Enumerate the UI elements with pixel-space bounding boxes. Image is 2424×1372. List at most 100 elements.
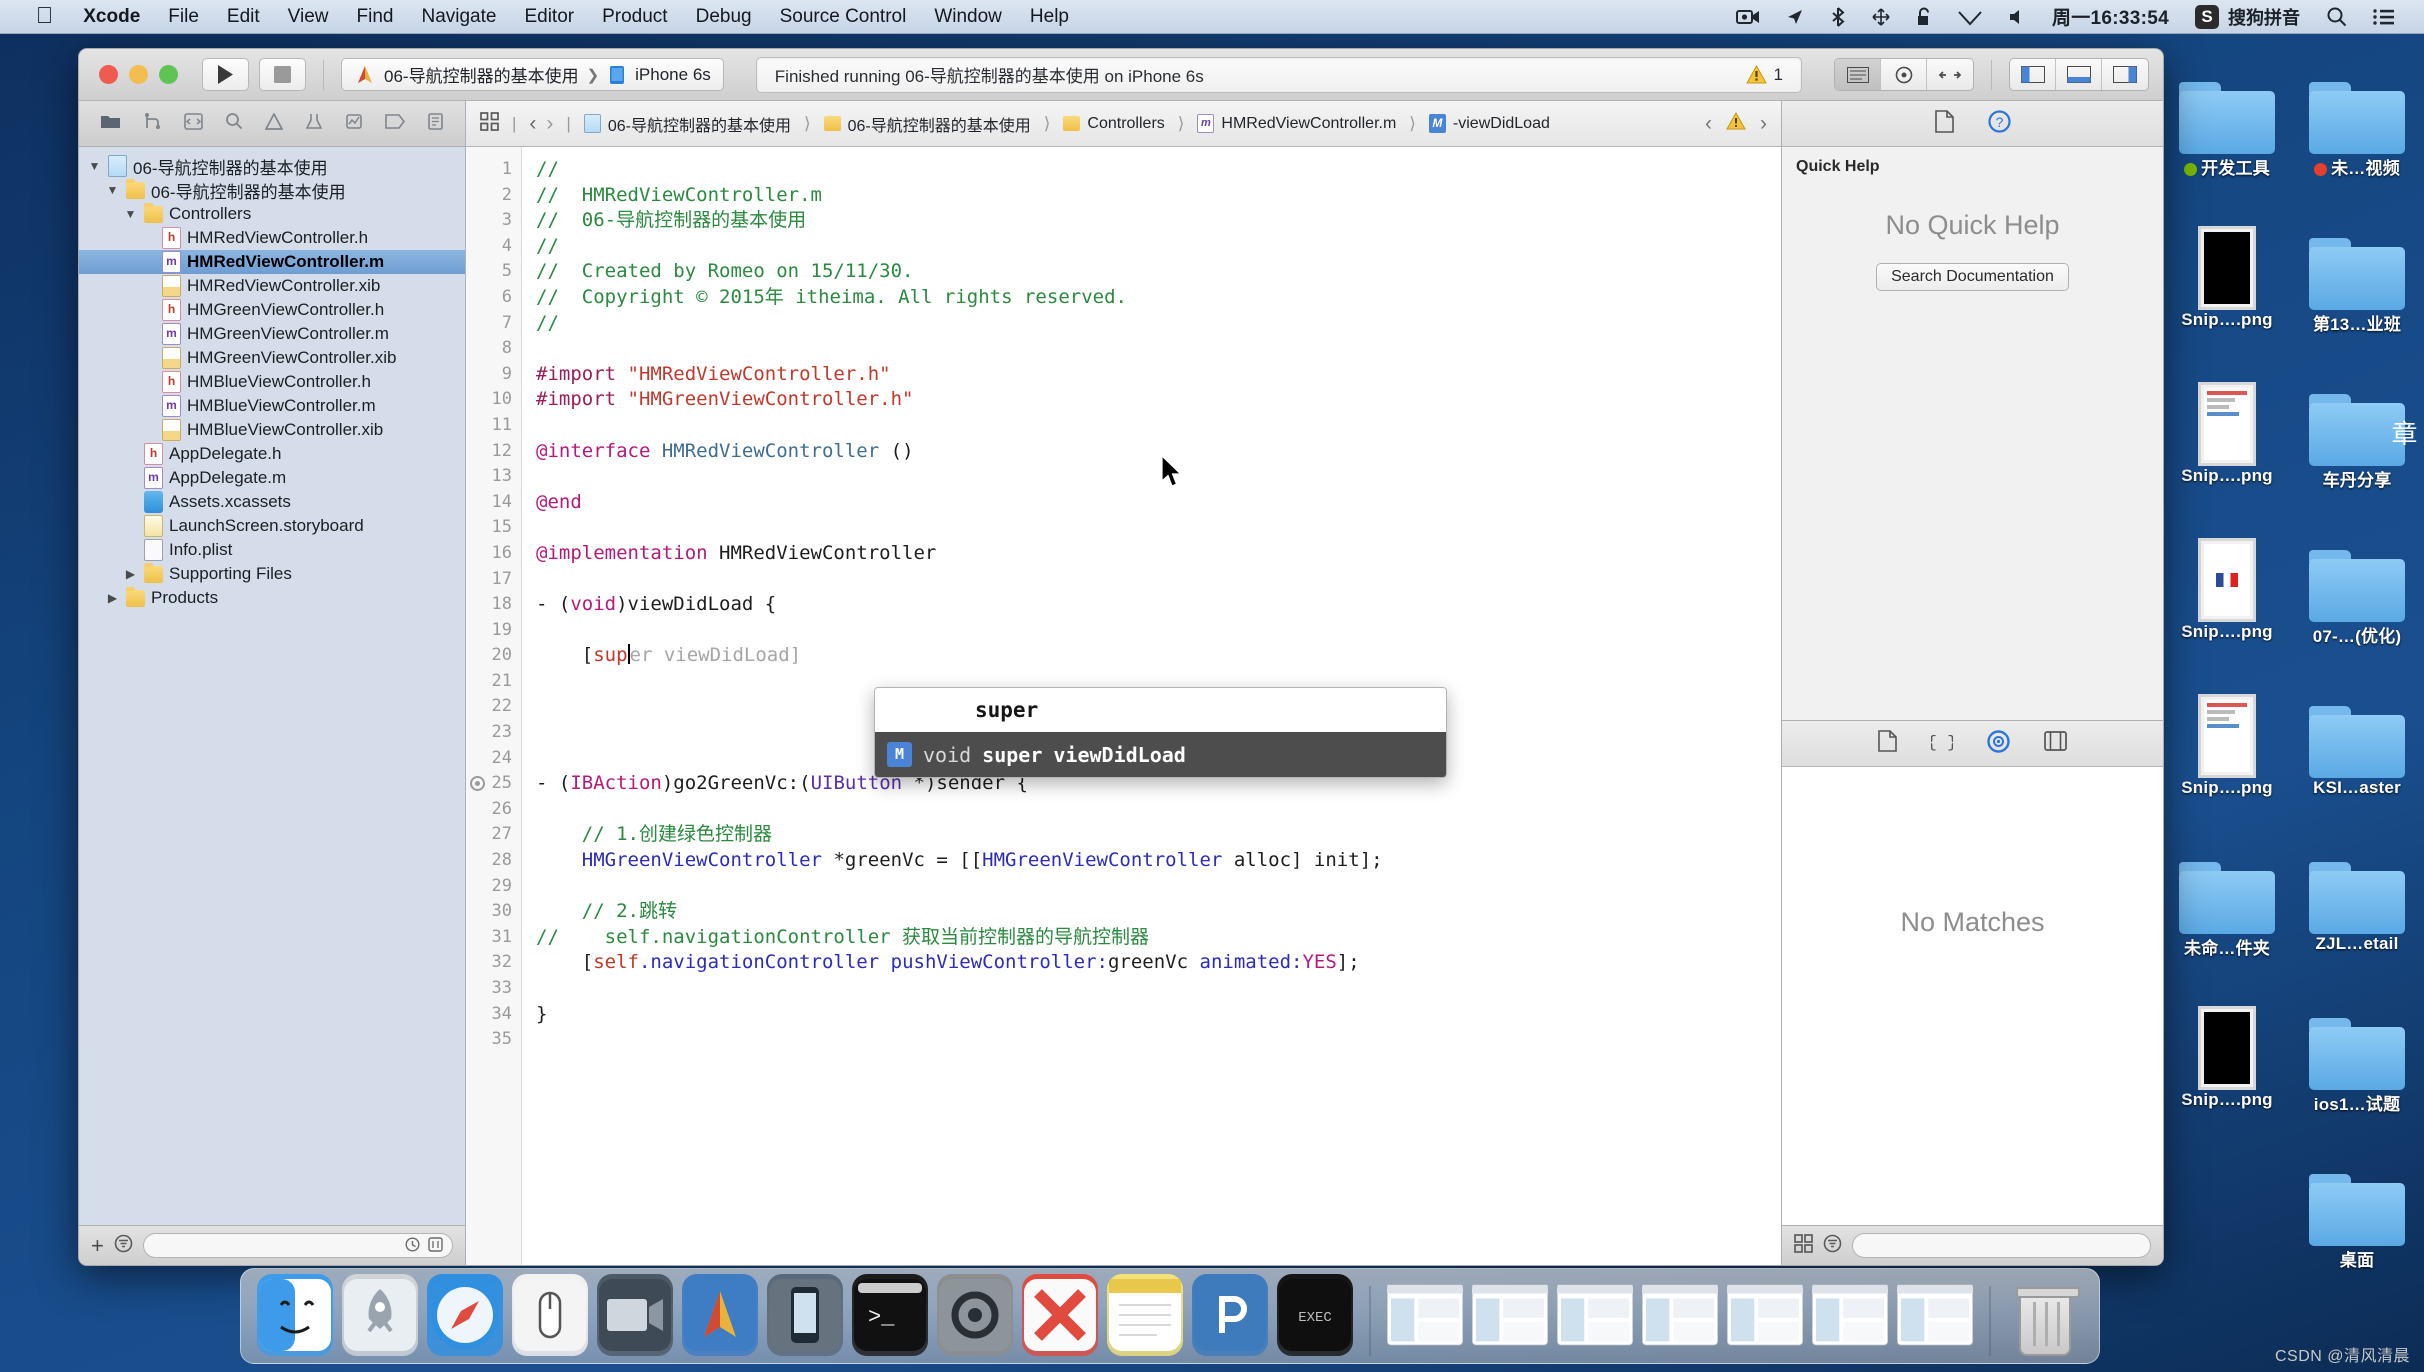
- quicktime-icon[interactable]: [597, 1274, 673, 1356]
- breadcrumb-group[interactable]: 06-导航控制器的基本使用: [824, 112, 1031, 136]
- version-editor-icon[interactable]: [1927, 59, 1973, 90]
- notes-icon[interactable]: [1107, 1274, 1183, 1356]
- maximize-window-button[interactable]: [159, 65, 178, 84]
- xcode-icon[interactable]: [682, 1274, 758, 1356]
- line-number[interactable]: 35: [466, 1027, 521, 1053]
- line-number[interactable]: 11: [466, 413, 521, 439]
- launchpad-icon[interactable]: [342, 1274, 418, 1356]
- menu-item-debug[interactable]: Debug: [682, 6, 766, 28]
- line-number[interactable]: 8: [466, 336, 521, 362]
- breadcrumb-project[interactable]: 06-导航控制器的基本使用: [584, 112, 791, 136]
- line-number[interactable]: 3: [466, 208, 521, 234]
- line-number[interactable]: 13: [466, 464, 521, 490]
- breakpoint-navigator-tab[interactable]: [385, 114, 405, 134]
- line-number[interactable]: 30: [466, 899, 521, 925]
- breadcrumb-controllers[interactable]: Controllers: [1063, 115, 1164, 133]
- desktop-folder-icon[interactable]: ios1…试题: [2296, 986, 2418, 1138]
- code-line[interactable]: [536, 618, 1781, 644]
- console-icon[interactable]: EXEC: [1277, 1274, 1353, 1356]
- stop-button[interactable]: [259, 58, 306, 91]
- find-navigator-tab[interactable]: [225, 112, 243, 135]
- code-line[interactable]: HMGreenViewController *greenVc = [[HMGre…: [536, 848, 1781, 874]
- simulator-icon[interactable]: [767, 1274, 843, 1356]
- keynote-icon[interactable]: [1192, 1274, 1268, 1356]
- file-tree-row[interactable]: ▶Products: [79, 586, 465, 610]
- wifi-icon[interactable]: [1945, 8, 1995, 26]
- line-number[interactable]: 22: [466, 694, 521, 720]
- line-number[interactable]: 28: [466, 848, 521, 874]
- issue-counter[interactable]: 1: [1746, 65, 1783, 85]
- line-number[interactable]: 12: [466, 439, 521, 465]
- report-navigator-tab[interactable]: [427, 113, 444, 135]
- file-tree-row[interactable]: ▶Supporting Files: [79, 562, 465, 586]
- test-navigator-tab[interactable]: [305, 113, 323, 135]
- line-number[interactable]: 24: [466, 746, 521, 772]
- code-line[interactable]: #import "HMRedViewController.h": [536, 362, 1781, 388]
- code-line[interactable]: [536, 567, 1781, 593]
- file-tree-row[interactable]: HMBlueViewController.m: [79, 394, 465, 418]
- input-method-indicator[interactable]: S 搜狗拼音: [2182, 4, 2313, 30]
- minimized-window-1[interactable]: [1387, 1274, 1463, 1356]
- related-items-icon[interactable]: [480, 112, 499, 136]
- xmind-icon[interactable]: [1022, 1274, 1098, 1356]
- line-number[interactable]: 6: [466, 285, 521, 311]
- menu-item-file[interactable]: File: [154, 6, 213, 28]
- line-number[interactable]: 32: [466, 950, 521, 976]
- minimized-window-4[interactable]: [1642, 1274, 1718, 1356]
- next-issue-chevron-right-icon[interactable]: ›: [1760, 112, 1767, 136]
- file-tree-row[interactable]: HMRedViewController.m: [79, 250, 465, 274]
- finder-icon[interactable]: [257, 1274, 333, 1356]
- line-number[interactable]: 19: [466, 618, 521, 644]
- line-number[interactable]: 1: [466, 157, 521, 183]
- line-number[interactable]: 2: [466, 183, 521, 209]
- code-line[interactable]: [536, 797, 1781, 823]
- line-number[interactable]: 10: [466, 387, 521, 413]
- issue-warning-triangle-icon[interactable]: [1726, 112, 1746, 135]
- issue-navigator-tab[interactable]: [265, 113, 283, 135]
- code-line[interactable]: [536, 336, 1781, 362]
- code-line[interactable]: // 06-导航控制器的基本使用: [536, 208, 1781, 234]
- breadcrumb-file[interactable]: HMRedViewController.m: [1197, 114, 1396, 133]
- code-line[interactable]: #import "HMGreenViewController.h": [536, 387, 1781, 413]
- source-control-navigator-tab[interactable]: [143, 113, 162, 135]
- minimize-window-button[interactable]: [129, 65, 148, 84]
- file-tree-row[interactable]: HMBlueViewController.h: [79, 370, 465, 394]
- code-line[interactable]: // Created by Romeo on 15/11/30.: [536, 259, 1781, 285]
- file-tree-row[interactable]: HMRedViewController.xib: [79, 274, 465, 298]
- object-library-icon[interactable]: [1987, 730, 2010, 758]
- code-line[interactable]: - (void)viewDidLoad {: [536, 592, 1781, 618]
- desktop-folder-icon[interactable]: 07-…(优化): [2296, 518, 2418, 670]
- code-line[interactable]: //: [536, 234, 1781, 260]
- library-filter-circle-icon[interactable]: [1823, 1234, 1842, 1258]
- file-tree-row[interactable]: Info.plist: [79, 538, 465, 562]
- completion-list-item[interactable]: M void super viewDidLoad: [875, 732, 1446, 777]
- minimized-window-6[interactable]: [1812, 1274, 1888, 1356]
- desktop-file-icon[interactable]: Snip….png: [2166, 206, 2288, 358]
- menu-item-product[interactable]: Product: [588, 6, 681, 28]
- minimized-window-2[interactable]: [1472, 1274, 1548, 1356]
- standard-editor-icon[interactable]: [1835, 59, 1881, 90]
- disclosure-triangle-down-icon[interactable]: ▼: [87, 159, 102, 173]
- scheme-selector[interactable]: 06-导航控制器的基本使用 ❯ iPhone 6s: [341, 58, 724, 91]
- editor-mode-segmented-control[interactable]: [1834, 58, 1974, 91]
- source-control-filter-icon[interactable]: [428, 1237, 443, 1255]
- breakpoint-marker-icon[interactable]: [470, 776, 485, 791]
- line-number[interactable]: 14: [466, 490, 521, 516]
- line-number[interactable]: 17: [466, 567, 521, 593]
- file-tree-row[interactable]: AppDelegate.h: [79, 442, 465, 466]
- show-inspector-icon[interactable]: [2102, 59, 2148, 90]
- code-line[interactable]: // HMRedViewController.m: [536, 183, 1781, 209]
- symbol-navigator-tab[interactable]: [184, 113, 203, 135]
- file-tree-row[interactable]: LaunchScreen.storyboard: [79, 514, 465, 538]
- line-number[interactable]: 25: [466, 771, 521, 797]
- code-line[interactable]: [super viewDidLoad]: [536, 643, 1781, 669]
- menu-item-navigate[interactable]: Navigate: [407, 6, 510, 28]
- apple-logo-icon[interactable]: : [30, 2, 69, 32]
- line-number[interactable]: 33: [466, 976, 521, 1002]
- disclosure-triangle-down-icon[interactable]: ▼: [105, 183, 120, 197]
- line-number[interactable]: 34: [466, 1002, 521, 1028]
- search-documentation-button[interactable]: Search Documentation: [1876, 263, 2069, 291]
- code-line[interactable]: [536, 515, 1781, 541]
- disclosure-triangle-right-icon[interactable]: ▶: [123, 567, 138, 581]
- trash-icon[interactable]: [2007, 1274, 2083, 1356]
